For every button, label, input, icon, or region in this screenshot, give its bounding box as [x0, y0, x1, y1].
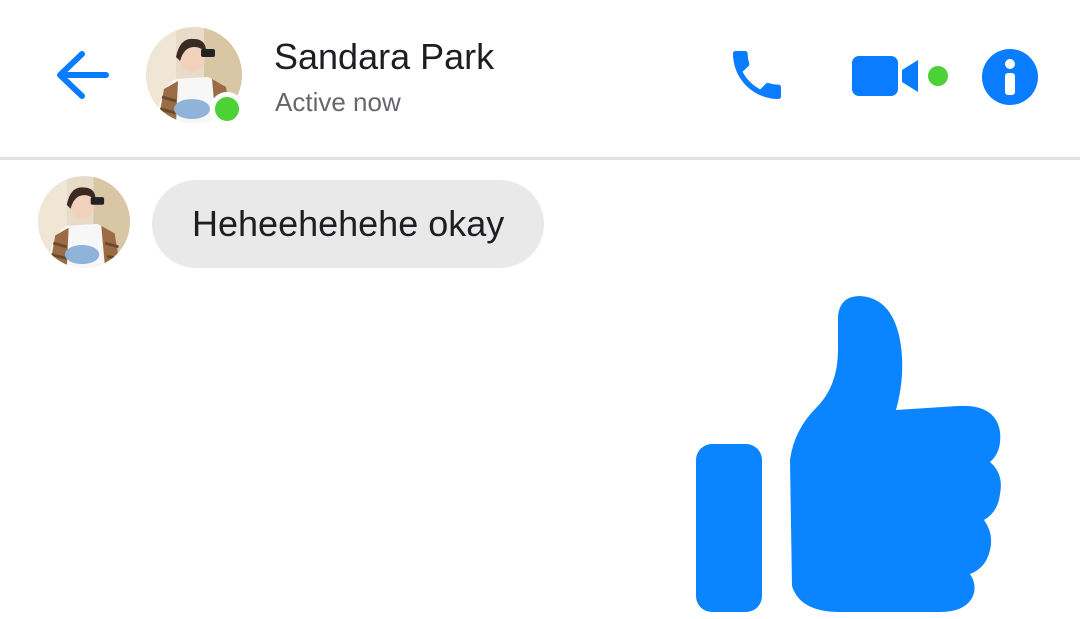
phone-icon: [733, 51, 781, 99]
contact-name[interactable]: Sandara Park: [274, 36, 494, 78]
chat-screen: Sandara Park Active now Heheehehehe okay: [0, 0, 1080, 619]
video-camera-icon: [852, 56, 918, 96]
arrow-left-icon: [57, 51, 109, 99]
back-button[interactable]: [46, 42, 118, 108]
contact-avatar[interactable]: [146, 27, 244, 126]
thumbs-up-icon: [696, 296, 1001, 612]
header-divider: [0, 157, 1080, 160]
video-call-button[interactable]: [846, 52, 924, 100]
message-text: Heheehehehe okay: [192, 203, 505, 244]
incoming-message-bubble[interactable]: Heheehehehe okay: [152, 180, 545, 268]
online-status-dot: [210, 92, 244, 126]
conversation-info-button[interactable]: [981, 48, 1039, 106]
info-icon: [982, 49, 1038, 105]
voice-call-button[interactable]: [722, 42, 792, 108]
message-sender-avatar[interactable]: [38, 176, 130, 268]
thumbs-up-sticker[interactable]: [690, 290, 1010, 619]
chat-header: Sandara Park Active now: [0, 0, 1080, 158]
contact-status: Active now: [275, 87, 401, 117]
video-active-dot: [928, 66, 948, 86]
